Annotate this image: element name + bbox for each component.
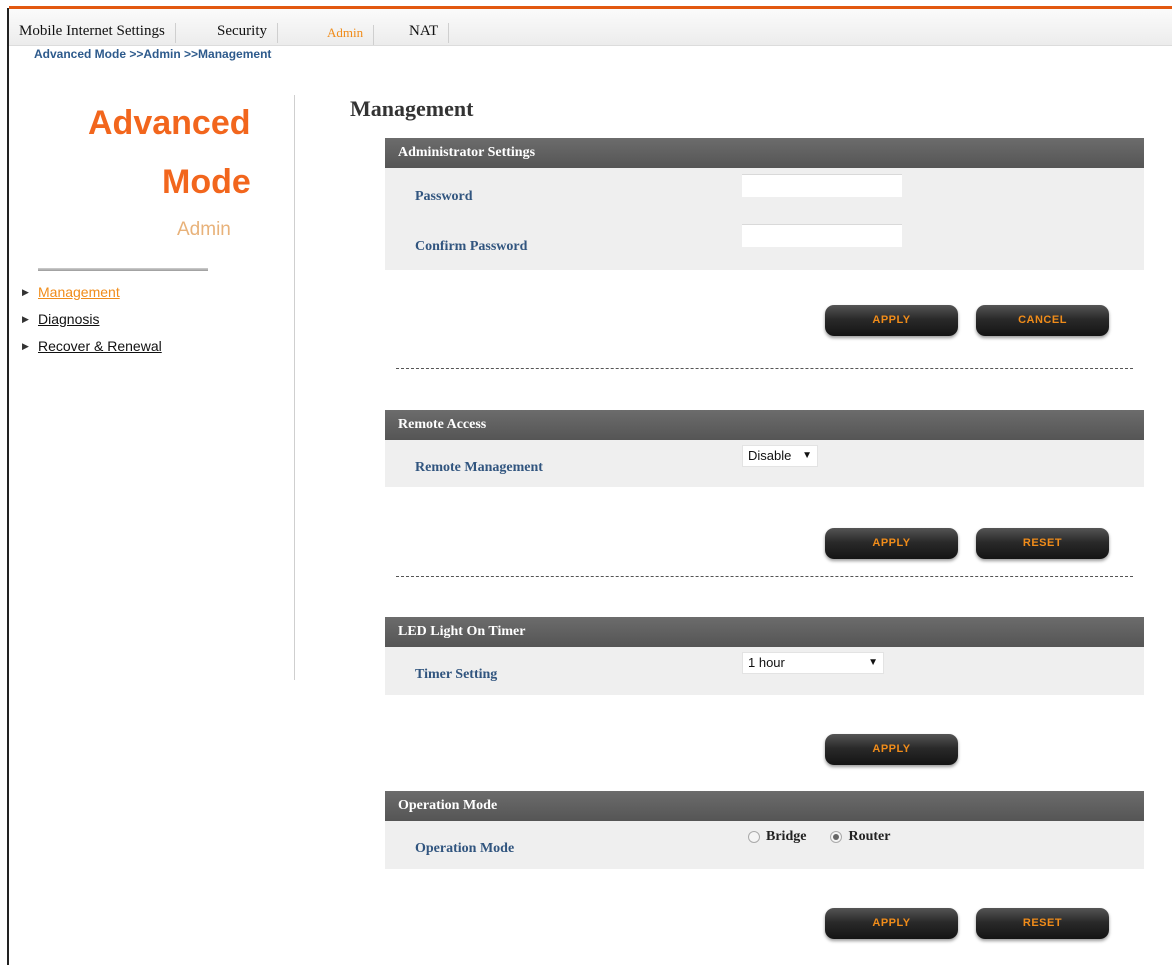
operation-reset-button[interactable]: RESET [976, 908, 1109, 939]
operation-mode-radio-group: Bridge Router [748, 829, 890, 845]
sidebar-item-label[interactable]: Recover & Renewal [38, 336, 162, 356]
led-timer-body: Timer Setting 1 hour ▼ [385, 647, 1144, 695]
remote-management-value: Disable [748, 448, 792, 463]
admin-apply-button[interactable]: APPLY [825, 305, 958, 336]
operation-mode-body: Operation Mode Bridge Router [385, 821, 1144, 869]
sidebar-title-line1: Advanced [88, 104, 251, 142]
sidebar-item-management[interactable]: ▶ Management [22, 278, 162, 305]
sidebar-item-label[interactable]: Diagnosis [38, 309, 99, 329]
triangle-right-icon: ▶ [22, 340, 29, 351]
section-divider [396, 368, 1133, 369]
remote-management-select[interactable]: Disable ▼ [742, 445, 818, 467]
timer-setting-select[interactable]: 1 hour ▼ [742, 652, 884, 674]
confirm-password-field[interactable] [742, 224, 902, 247]
bridge-radio-label[interactable]: Bridge [766, 829, 806, 845]
sidebar-divider [38, 268, 208, 271]
tab-mobile-internet-settings[interactable]: Mobile Internet Settings [9, 23, 176, 43]
operation-mode-header: Operation Mode [385, 791, 1144, 821]
sidebar-item-diagnosis[interactable]: ▶ Diagnosis [22, 305, 162, 332]
chevron-down-icon: ▼ [802, 450, 812, 461]
chevron-down-icon: ▼ [868, 657, 878, 668]
timer-setting-value: 1 hour [748, 655, 785, 670]
remote-access-header: Remote Access [385, 410, 1144, 440]
operation-mode-label: Operation Mode [415, 841, 515, 856]
breadcrumb: Advanced Mode >>Admin >>Management [34, 47, 272, 61]
admin-settings-body: Password Confirm Password [385, 168, 1144, 270]
timer-setting-label: Timer Setting [415, 667, 498, 682]
admin-settings-header: Administrator Settings [385, 138, 1144, 168]
led-apply-button[interactable]: APPLY [825, 734, 958, 765]
sidebar-subtitle: Admin [177, 219, 231, 240]
operation-apply-button[interactable]: APPLY [825, 908, 958, 939]
tab-nat[interactable]: NAT [399, 23, 450, 43]
top-nav: Mobile Internet Settings Security Admin … [9, 9, 1172, 46]
sidebar-separator [294, 95, 295, 680]
remote-management-label: Remote Management [415, 460, 543, 475]
sidebar-menu: ▶ Management ▶ Diagnosis ▶ Recover & Ren… [22, 278, 162, 359]
remote-access-body: Remote Management Disable ▼ [385, 440, 1144, 487]
tab-security[interactable]: Security [207, 23, 278, 43]
tab-admin[interactable]: Admin [317, 25, 375, 45]
sidebar-item-recover-renewal[interactable]: ▶ Recover & Renewal [22, 332, 162, 359]
bridge-radio[interactable] [748, 831, 760, 843]
remote-reset-button[interactable]: RESET [976, 528, 1109, 559]
sidebar-title-line2: Mode [162, 163, 251, 201]
page-title: Management [350, 96, 474, 121]
led-timer-header: LED Light On Timer [385, 617, 1144, 647]
triangle-right-icon: ▶ [22, 286, 29, 297]
password-field[interactable] [742, 174, 902, 197]
section-divider [396, 576, 1133, 577]
remote-apply-button[interactable]: APPLY [825, 528, 958, 559]
router-radio[interactable] [830, 831, 843, 843]
triangle-right-icon: ▶ [22, 313, 29, 324]
confirm-password-label: Confirm Password [415, 239, 528, 254]
router-radio-label[interactable]: Router [848, 829, 890, 845]
sidebar-item-label[interactable]: Management [38, 282, 120, 302]
password-label: Password [415, 189, 473, 204]
window-left-border [7, 8, 9, 965]
admin-cancel-button[interactable]: CANCEL [976, 305, 1109, 336]
